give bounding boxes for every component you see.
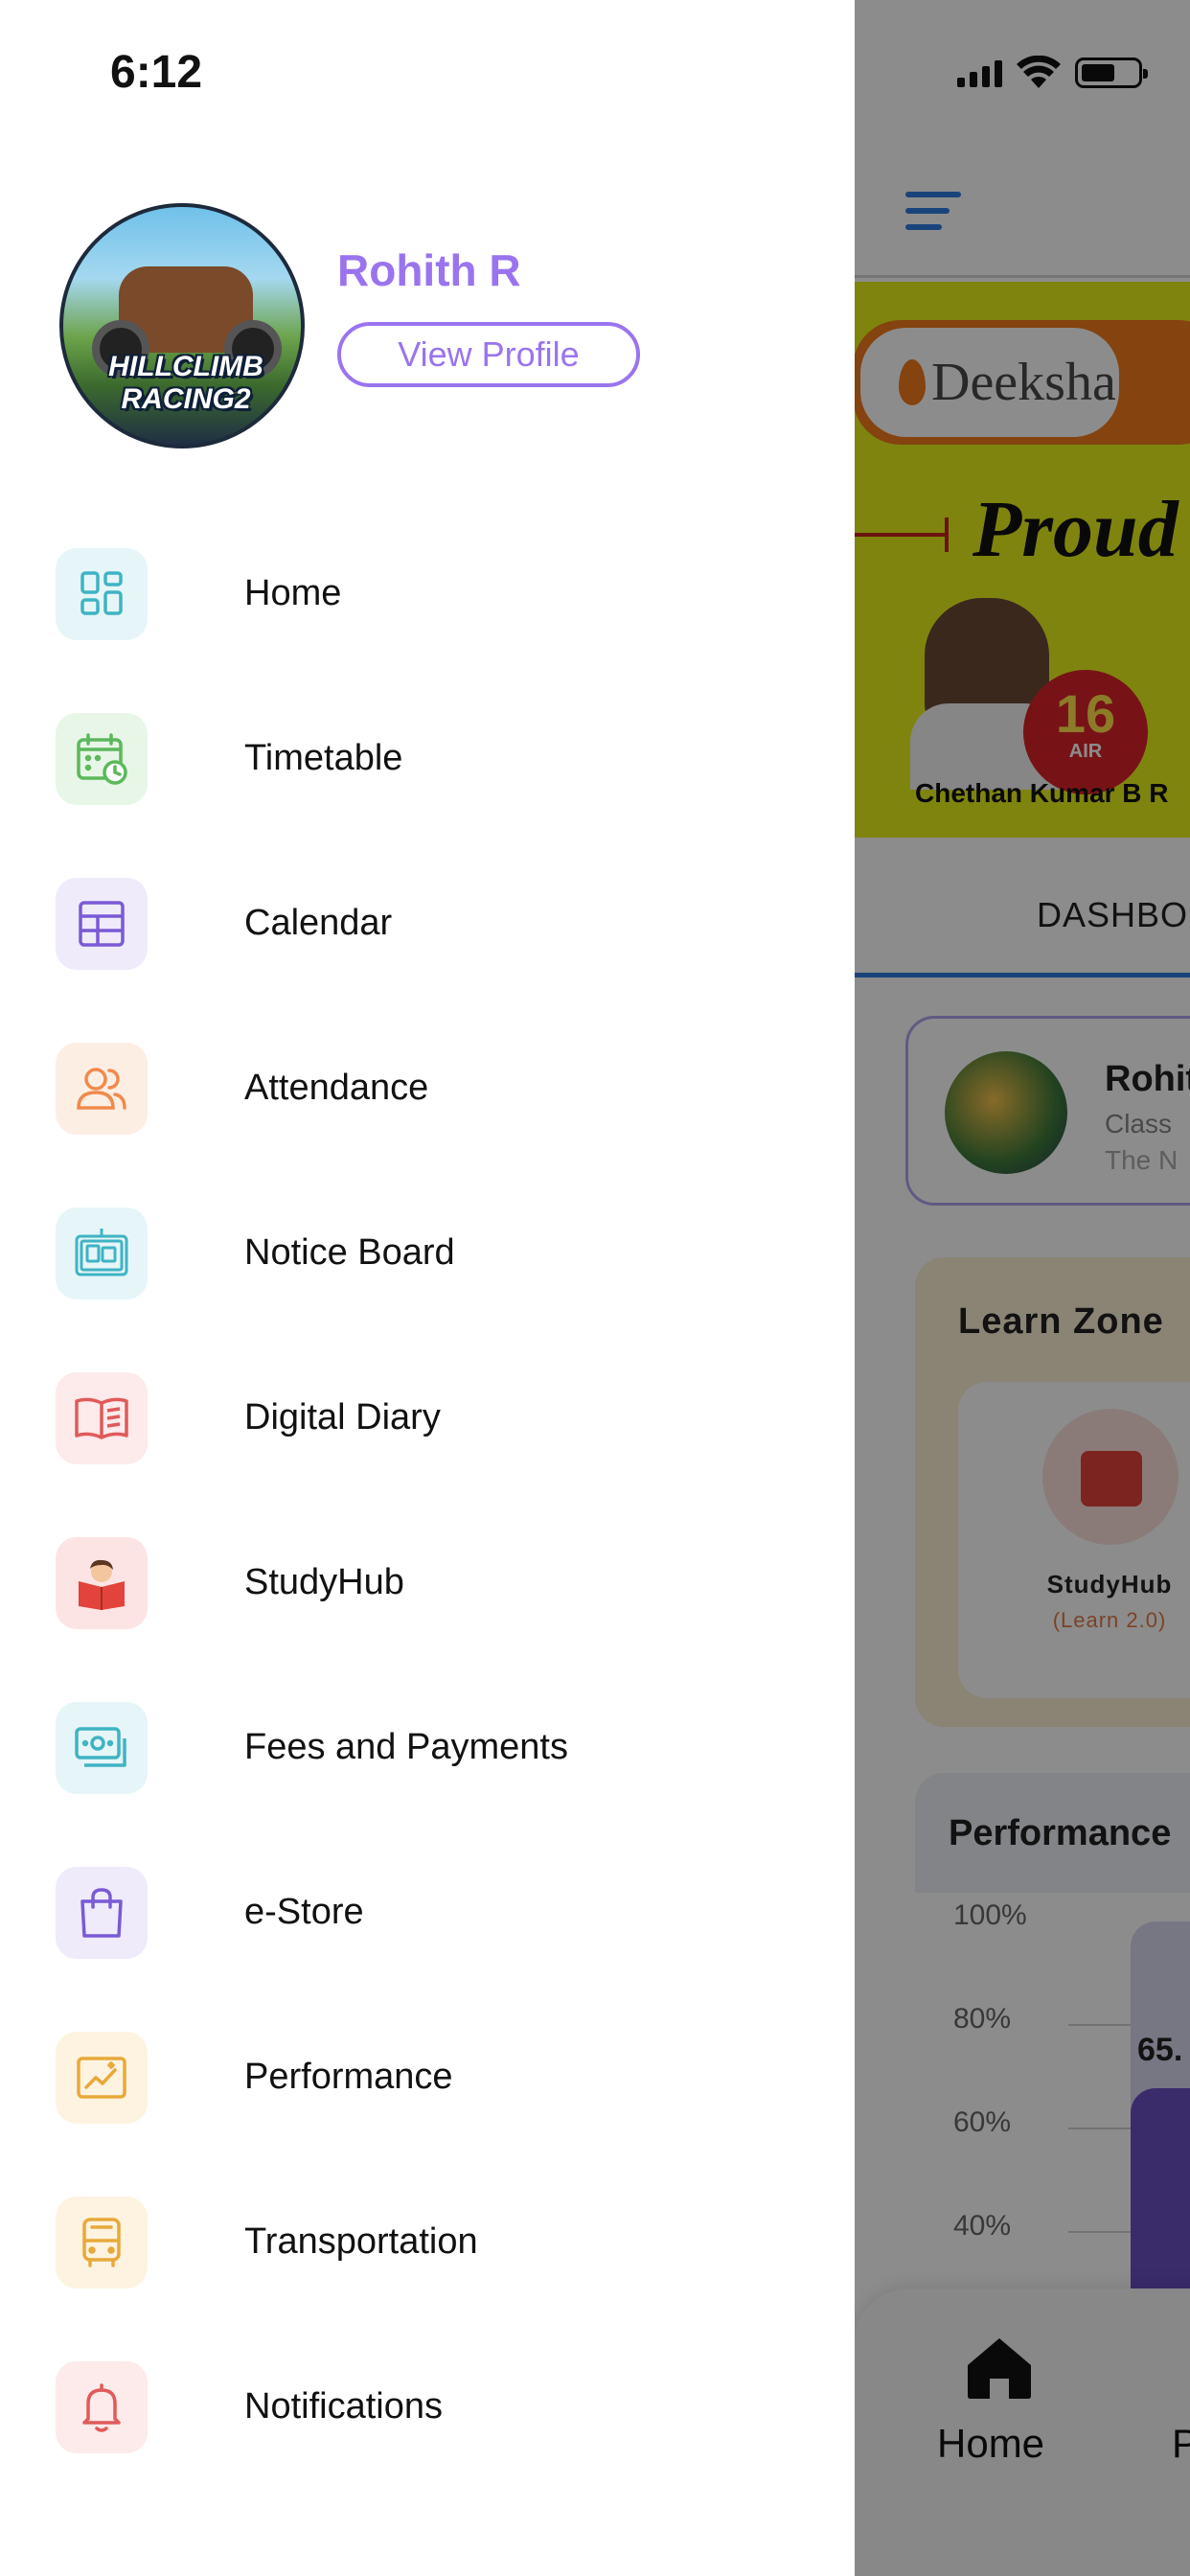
menu-item-performance[interactable]: Performance	[0, 1993, 855, 2158]
menu-item-label: Notice Board	[244, 1232, 455, 1273]
calendar-clock-icon	[56, 713, 148, 805]
users-icon	[56, 1043, 148, 1135]
shopping-bag-icon	[56, 1867, 148, 1959]
menu-item-label: Performance	[244, 2057, 453, 2097]
menu-item-label: Digital Diary	[244, 1397, 441, 1438]
money-icon	[56, 1702, 148, 1794]
dashboard-icon	[56, 548, 148, 640]
view-profile-button[interactable]: View Profile	[337, 322, 640, 387]
menu-item-label: e-Store	[244, 1892, 364, 1932]
menu-item-label: Home	[244, 573, 342, 613]
menu-item-transportation[interactable]: Transportation	[0, 2158, 855, 2323]
menu-item-notice-board[interactable]: Notice Board	[0, 1169, 855, 1334]
notice-board-icon	[56, 1208, 148, 1300]
menu-item-label: Fees and Payments	[244, 1727, 568, 1767]
chart-image-icon	[56, 2032, 148, 2124]
menu-item-label: Calendar	[244, 903, 393, 943]
menu-item-calendar[interactable]: Calendar	[0, 840, 855, 1004]
bell-icon	[56, 2361, 148, 2453]
menu-item-digital-diary[interactable]: Digital Diary	[0, 1334, 855, 1499]
menu-item-e-store[interactable]: e-Store	[0, 1828, 855, 1993]
studyhub-icon	[56, 1537, 148, 1629]
menu-item-studyhub[interactable]: StudyHub	[0, 1499, 855, 1664]
menu-item-home[interactable]: Home	[0, 510, 855, 675]
menu-item-notifications[interactable]: Notifications	[0, 2323, 855, 2488]
navigation-drawer: 6:12 HILLCLIMB RACING2 Rohith R View Pro…	[0, 0, 855, 2576]
avatar-logo-text: HILLCLIMB RACING2	[108, 351, 263, 415]
menu-item-attendance[interactable]: Attendance	[0, 1004, 855, 1169]
menu-item-timetable[interactable]: Timetable	[0, 675, 855, 840]
menu-item-label: Notifications	[244, 2386, 443, 2426]
menu-item-label: Transportation	[244, 2221, 478, 2262]
grid-calendar-icon	[56, 878, 148, 970]
avatar[interactable]: HILLCLIMB RACING2	[59, 203, 305, 448]
status-time: 6:12	[110, 47, 203, 98]
menu-item-label: StudyHub	[244, 1562, 404, 1602]
menu-item-label: Timetable	[244, 738, 403, 778]
bus-icon	[56, 2196, 148, 2288]
menu-item-label: Attendance	[244, 1068, 429, 1108]
book-open-icon	[56, 1372, 148, 1464]
menu-item-fees-and-payments[interactable]: Fees and Payments	[0, 1664, 855, 1828]
user-name: Rohith R	[337, 245, 521, 295]
